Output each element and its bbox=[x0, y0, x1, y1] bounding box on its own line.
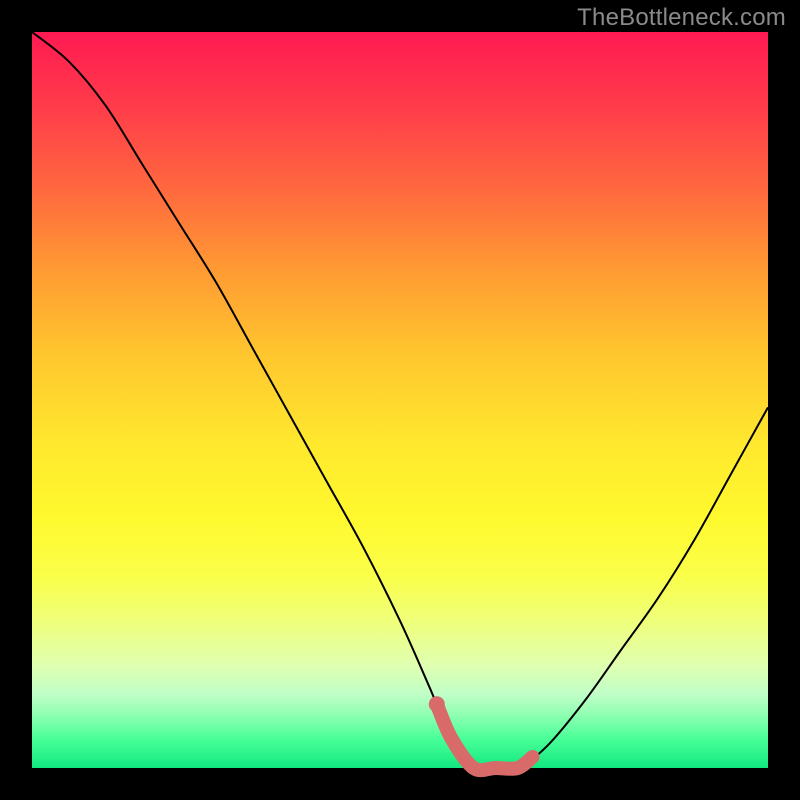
optimal-range-marker bbox=[437, 704, 533, 770]
chart-svg bbox=[32, 32, 768, 768]
optimal-point-dot bbox=[429, 696, 445, 712]
bottleneck-curve bbox=[32, 32, 768, 770]
chart-outer-frame: TheBottleneck.com bbox=[0, 0, 800, 800]
watermark-text: TheBottleneck.com bbox=[577, 4, 786, 32]
